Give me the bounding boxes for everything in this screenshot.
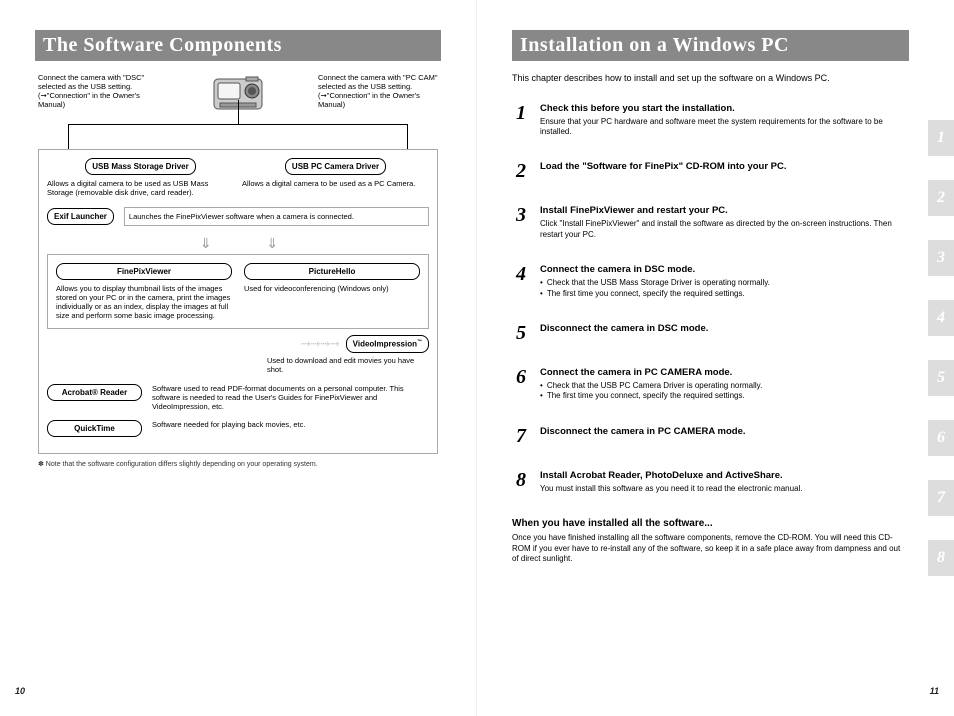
page-number-right: 11 — [930, 686, 939, 696]
usb-mass-storage-label: USB Mass Storage Driver — [85, 158, 195, 175]
step-body: Disconnect the camera in PC CAMERA mode. — [540, 426, 909, 446]
step-bullet: The first time you connect, specify the … — [540, 289, 909, 299]
step-title: Disconnect the camera in PC CAMERA mode. — [540, 426, 909, 437]
config-footnote: ✽ Note that the software configuration d… — [38, 460, 438, 468]
caption-pccam: Connect the camera with "PC CAM" selecte… — [318, 73, 438, 120]
step-desc: You must install this software as you ne… — [540, 484, 909, 494]
step-body: Check this before you start the installa… — [540, 103, 909, 138]
step-body: Connect the camera in PC CAMERA mode. Che… — [540, 367, 909, 402]
software-diagram: Connect the camera with "DSC" selected a… — [38, 73, 438, 468]
arrow-right-icon: ⤑⤑⤑⤑ — [301, 336, 339, 351]
caption-dsc: Connect the camera with "DSC" selected a… — [38, 73, 158, 120]
step-body: Install Acrobat Reader, PhotoDeluxe and … — [540, 470, 909, 494]
step-body: Disconnect the camera in DSC mode. — [540, 323, 909, 343]
step-body: Install FinePixViewer and restart your P… — [540, 205, 909, 240]
step-title: Disconnect the camera in DSC mode. — [540, 323, 909, 334]
step-desc: Ensure that your PC hardware and softwar… — [540, 117, 909, 138]
install-step: 4 Connect the camera in DSC mode. Check th… — [512, 264, 909, 299]
install-step: 5 Disconnect the camera in DSC mode. — [512, 323, 909, 343]
step-bullet: Check that the USB PC Camera Driver is o… — [540, 381, 909, 391]
side-tab: 3 — [928, 240, 954, 276]
install-step: 2 Load the "Software for FinePix" CD-ROM … — [512, 161, 909, 181]
picturehello-desc: Used for videoconferencing (Windows only… — [244, 284, 420, 293]
videoimpression-desc: Used to download and edit movies you hav… — [267, 356, 429, 374]
videoimpression-label: VideoImpression™ — [346, 335, 429, 353]
step-number: 8 — [512, 470, 530, 494]
arrow-down-icon: ⇓ ⇓ — [47, 236, 429, 250]
usb-pc-camera-label: USB PC Camera Driver — [285, 158, 386, 175]
acrobat-reader-desc: Software used to read PDF-format documen… — [152, 384, 429, 412]
side-tab: 5 — [928, 360, 954, 396]
step-title: Install Acrobat Reader, PhotoDeluxe and … — [540, 470, 909, 481]
install-step: 7 Disconnect the camera in PC CAMERA mode… — [512, 426, 909, 446]
right-intro: This chapter describes how to install an… — [512, 73, 909, 85]
right-title-bar: Installation on a Windows PC — [512, 30, 909, 61]
exif-launcher-desc: Launches the FinePixViewer software when… — [124, 207, 429, 226]
left-title-bar: The Software Components — [35, 30, 441, 61]
side-tab: 1 — [928, 120, 954, 156]
step-number: 4 — [512, 264, 530, 299]
step-bullet: Check that the USB Mass Storage Driver i… — [540, 278, 909, 288]
step-number: 2 — [512, 161, 530, 181]
install-step: 6 Connect the camera in PC CAMERA mode. Ch… — [512, 367, 909, 402]
quicktime-label: QuickTime — [47, 420, 142, 437]
side-tabs: 1 2 3 4 5 6 7 8 — [928, 120, 954, 600]
side-tab: 7 — [928, 480, 954, 516]
step-desc: Check that the USB PC Camera Driver is o… — [540, 381, 909, 402]
connector-bracket — [68, 124, 408, 149]
step-title: Connect the camera in PC CAMERA mode. — [540, 367, 909, 378]
install-step: 1 Check this before you start the install… — [512, 103, 909, 138]
exif-launcher-label: Exif Launcher — [47, 208, 114, 225]
step-number: 5 — [512, 323, 530, 343]
step-number: 6 — [512, 367, 530, 402]
post-install-title: When you have installed all the software… — [512, 518, 909, 529]
step-number: 3 — [512, 205, 530, 240]
side-tab: 2 — [928, 180, 954, 216]
install-step: 8 Install Acrobat Reader, PhotoDeluxe and… — [512, 470, 909, 494]
step-title: Load the "Software for FinePix" CD-ROM i… — [540, 161, 909, 172]
install-step: 3 Install FinePixViewer and restart your … — [512, 205, 909, 240]
step-number: 7 — [512, 426, 530, 446]
step-desc: Check that the USB Mass Storage Driver i… — [540, 278, 909, 299]
step-desc: Click "Install FinePixViewer" and instal… — [540, 219, 909, 240]
step-title: Check this before you start the installa… — [540, 103, 909, 114]
step-bullet: The first time you connect, specify the … — [540, 391, 909, 401]
page-right: Installation on a Windows PC This chapte… — [477, 0, 954, 716]
quicktime-desc: Software needed for playing back movies,… — [152, 420, 429, 429]
acrobat-reader-label: Acrobat® Reader — [47, 384, 142, 401]
step-title: Connect the camera in DSC mode. — [540, 264, 909, 275]
side-tab: 8 — [928, 540, 954, 576]
page-left: The Software Components Connect the came… — [0, 0, 477, 716]
finepixviewer-desc: Allows you to display thumbnail lists of… — [56, 284, 232, 320]
diagram-inner-box: FinePixViewer Allows you to display thum… — [47, 254, 429, 329]
usb-mass-storage-desc: Allows a digital camera to be used as US… — [47, 179, 234, 197]
page-spread: The Software Components Connect the came… — [0, 0, 954, 716]
step-body: Load the "Software for FinePix" CD-ROM i… — [540, 161, 909, 181]
diagram-outer-box: USB Mass Storage Driver Allows a digital… — [38, 149, 438, 454]
picturehello-label: PictureHello — [244, 263, 420, 280]
finepixviewer-label: FinePixViewer — [56, 263, 232, 280]
step-body: Connect the camera in DSC mode. Check tha… — [540, 264, 909, 299]
step-title: Install FinePixViewer and restart your P… — [540, 205, 909, 216]
side-tab: 4 — [928, 300, 954, 336]
side-tab: 6 — [928, 420, 954, 456]
post-install-desc: Once you have finished installing all th… — [512, 533, 909, 564]
install-steps: 1 Check this before you start the install… — [512, 103, 909, 495]
usb-pc-camera-desc: Allows a digital camera to be used as a … — [242, 179, 429, 188]
step-number: 1 — [512, 103, 530, 138]
page-number-left: 10 — [15, 686, 25, 696]
